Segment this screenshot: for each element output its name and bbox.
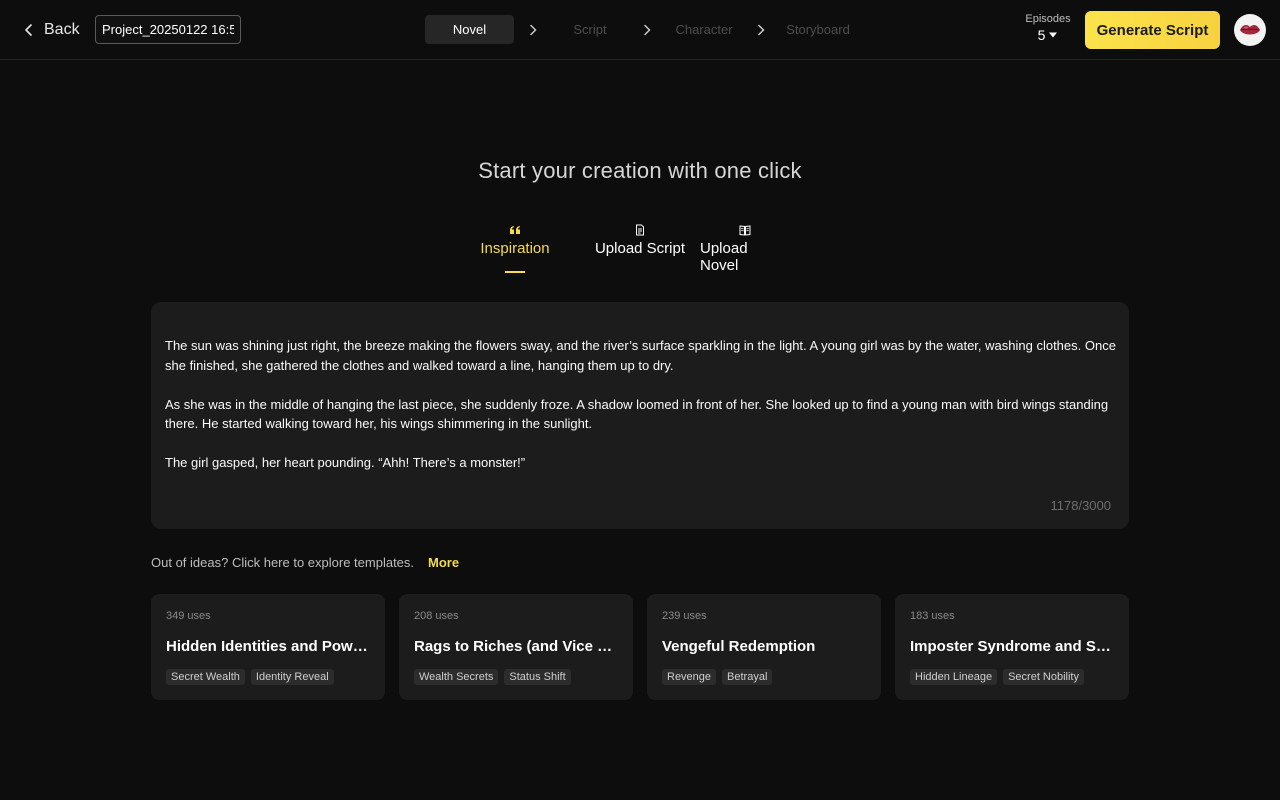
step-script[interactable]: Script [539, 15, 641, 44]
template-title: Rags to Riches (and Vice Versa) [414, 638, 619, 655]
template-tag: Secret Nobility [1003, 669, 1084, 685]
template-tag: Status Shift [504, 669, 571, 685]
template-card[interactable]: 239 uses Vengeful Redemption Revenge Bet… [647, 594, 881, 700]
tab-upload-script[interactable]: Upload Script [560, 224, 720, 276]
chevron-right-icon [641, 24, 653, 36]
top-bar: Back Novel Script Character Storyboard E… [0, 0, 1280, 60]
template-uses: 239 uses [662, 610, 707, 622]
template-card[interactable]: 208 uses Rags to Riches (and Vice Versa)… [399, 594, 633, 700]
template-tag: Wealth Secrets [414, 669, 499, 685]
templates-hint: Out of ideas? Click here to explore temp… [151, 554, 415, 570]
step-character[interactable]: Character [653, 15, 755, 44]
chevron-right-icon [755, 24, 767, 36]
avatar[interactable] [1234, 14, 1266, 46]
template-uses: 183 uses [910, 610, 955, 622]
story-paragraph: The sun was shining just right, the bree… [165, 338, 1116, 373]
template-tags: Hidden Lineage Secret Nobility [910, 669, 1084, 685]
template-tags: Secret Wealth Identity Reveal [166, 669, 334, 685]
step-storyboard[interactable]: Storyboard [767, 15, 869, 44]
quote-icon [510, 226, 520, 234]
template-tag: Betrayal [722, 669, 773, 685]
generate-script-button[interactable]: Generate Script [1085, 11, 1220, 49]
template-title: Hidden Identities and Power Struggles [166, 638, 371, 655]
more-templates-link[interactable]: More [428, 555, 459, 570]
step-novel[interactable]: Novel [425, 15, 514, 44]
lips-icon [1240, 25, 1260, 35]
page-headline: Start your creation with one click [478, 158, 802, 183]
tab-upload-novel-label: Upload Novel [700, 240, 748, 274]
story-text[interactable]: The sun was shining just right, the bree… [165, 336, 1120, 492]
template-tag: Secret Wealth [166, 669, 245, 685]
episodes-label: Episodes [1025, 13, 1071, 25]
tab-inspiration[interactable]: Inspiration [470, 224, 560, 276]
chevron-left-icon [25, 24, 32, 36]
template-title: Vengeful Redemption [662, 638, 816, 655]
episodes-dropdown[interactable]: 5 [1038, 27, 1059, 43]
template-tags: Wealth Secrets Status Shift [414, 669, 571, 685]
story-paragraph: As she was in the middle of hanging the … [165, 396, 1109, 432]
story-paragraph: The girl gasped, her heart pounding. “Ah… [165, 455, 526, 470]
chevron-right-icon [527, 24, 539, 36]
episodes-selector[interactable]: Episodes 5 [1020, 13, 1076, 45]
template-tag: Identity Reveal [250, 669, 334, 685]
back-button[interactable]: Back [22, 18, 80, 42]
back-label: Back [44, 21, 80, 38]
project-name-input[interactable] [95, 15, 241, 44]
tab-upload-novel[interactable]: Upload Novel [700, 224, 790, 276]
template-uses: 208 uses [414, 610, 459, 622]
episodes-value: 5 [1037, 27, 1046, 43]
template-tags: Revenge Betrayal [662, 669, 773, 685]
book-icon [739, 225, 751, 236]
template-card[interactable]: 183 uses Imposter Syndrome and Secret Li… [895, 594, 1129, 700]
template-tag: Revenge [662, 669, 717, 685]
template-tag: Hidden Lineage [910, 669, 998, 685]
template-card[interactable]: 349 uses Hidden Identities and Power Str… [151, 594, 385, 700]
creation-mode-tabs: Inspiration Upload Script Upload Novel [470, 224, 790, 276]
story-text-editor[interactable]: The sun was shining just right, the bree… [151, 302, 1129, 529]
caret-down-icon [1049, 32, 1058, 38]
template-uses: 349 uses [166, 610, 211, 622]
template-cards: 349 uses Hidden Identities and Power Str… [151, 594, 1129, 700]
templates-hint-row: Out of ideas? Click here to explore temp… [151, 553, 459, 571]
tab-upload-script-label: Upload Script [594, 240, 686, 257]
document-icon [636, 224, 644, 236]
template-title: Imposter Syndrome and Secret Lineage [910, 638, 1115, 655]
workflow-steps: Novel Script Character Storyboard [425, 15, 869, 44]
tab-inspiration-label: Inspiration [480, 240, 550, 257]
character-count: 1178/3000 [1050, 498, 1112, 513]
